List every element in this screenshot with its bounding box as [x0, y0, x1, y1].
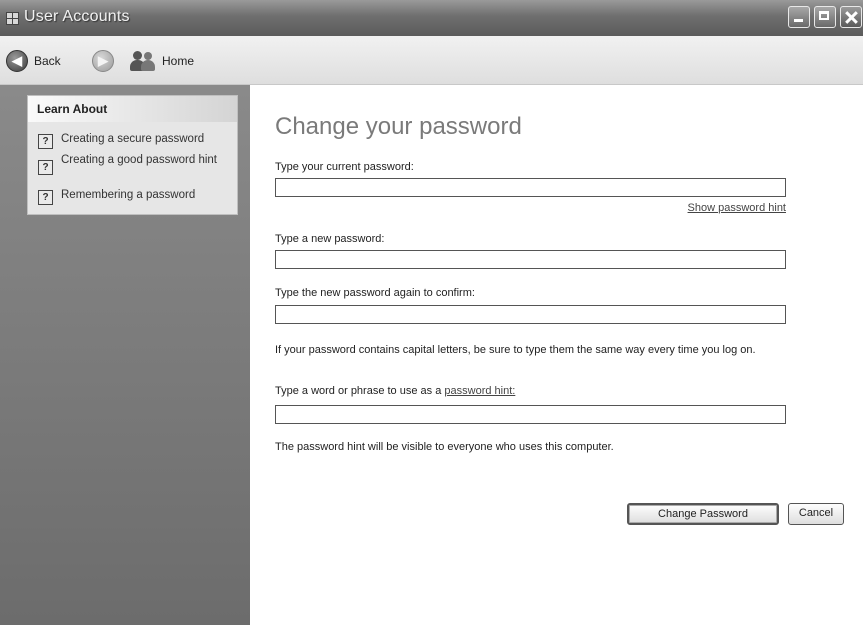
window-title: User Accounts [24, 8, 130, 25]
user-accounts-icon [6, 12, 19, 25]
current-password-input[interactable] [275, 178, 786, 197]
change-password-label: Change Password [658, 508, 748, 520]
learn-about-title: Learn About [28, 96, 237, 122]
help-question-icon: ? [38, 134, 53, 149]
help-question-icon: ? [38, 160, 53, 175]
back-arrow-icon: ◀ [6, 50, 28, 72]
show-password-hint-link[interactable]: Show password hint [688, 202, 786, 214]
password-hint-label-text: Type a word or phrase to use as a [275, 385, 442, 397]
sidebar-item-remembering-password[interactable]: ? Remembering a password [38, 189, 221, 205]
page-title: Change your password [275, 113, 522, 140]
home-button[interactable]: Home [130, 50, 194, 72]
home-label: Home [162, 54, 195, 68]
maximize-button[interactable] [814, 6, 836, 28]
sidebar-item-label[interactable]: Creating a good password hint [61, 154, 221, 167]
learn-about-panel: Learn About ? Creating a secure password… [27, 95, 238, 215]
new-password-input[interactable] [275, 250, 786, 269]
cancel-label: Cancel [798, 507, 834, 519]
title-bar[interactable]: User Accounts [0, 0, 863, 36]
sidebar: Learn About ? Creating a secure password… [0, 85, 250, 625]
current-password-label: Type your current password: [275, 161, 414, 173]
minimize-button[interactable] [788, 6, 810, 28]
help-question-icon: ? [38, 190, 53, 205]
cancel-button[interactable]: Cancel [788, 503, 844, 525]
password-hint-link[interactable]: password hint: [444, 385, 515, 397]
sidebar-item-label[interactable]: Remembering a password [61, 189, 221, 202]
password-hint-label: Type a word or phrase to use as a passwo… [275, 385, 515, 397]
confirm-password-input[interactable] [275, 305, 786, 324]
back-button[interactable]: ◀ Back [6, 50, 61, 72]
password-hint-input[interactable] [275, 405, 786, 424]
forward-arrow-icon: ▶ [92, 50, 114, 72]
sidebar-item-good-hint[interactable]: ? Creating a good password hint [38, 154, 221, 175]
sidebar-item-secure-password[interactable]: ? Creating a secure password [38, 133, 221, 149]
change-password-button[interactable]: Change Password [627, 503, 779, 525]
confirm-password-label: Type the new password again to confirm: [275, 287, 475, 299]
users-home-icon [130, 50, 156, 72]
capital-letters-note: If your password contains capital letter… [275, 344, 756, 356]
forward-button[interactable]: ▶ [92, 50, 114, 72]
close-button[interactable] [840, 6, 862, 28]
new-password-label: Type a new password: [275, 233, 385, 245]
back-label: Back [34, 54, 61, 68]
user-accounts-window: User Accounts ◀ Back ▶ Home Learn About … [0, 0, 863, 625]
hint-visibility-note: The password hint will be visible to eve… [275, 441, 614, 453]
main-content: Change your password Type your current p… [250, 85, 863, 625]
sidebar-item-label[interactable]: Creating a secure password [61, 133, 221, 146]
toolbar: ◀ Back ▶ Home [0, 36, 863, 85]
